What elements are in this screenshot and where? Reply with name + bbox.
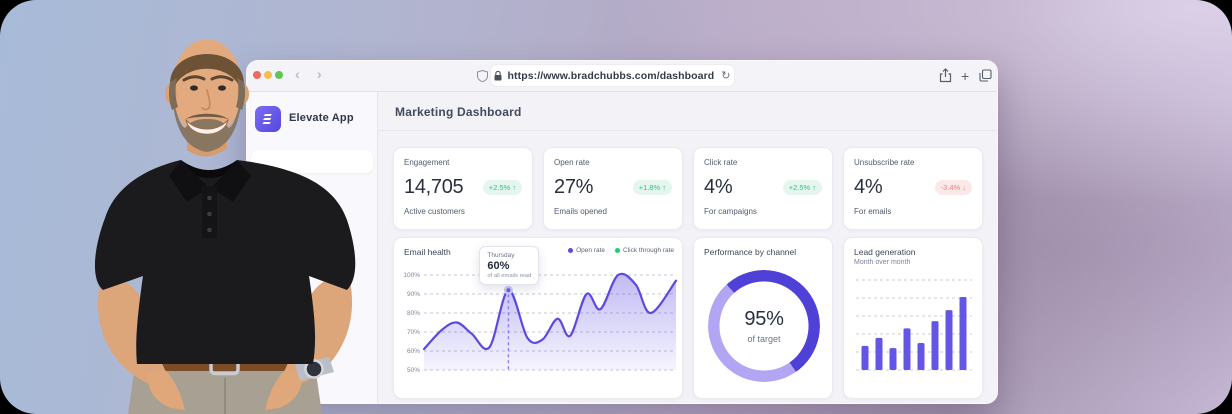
stat-value: 14,705 <box>404 176 463 199</box>
svg-text:70%: 70% <box>407 329 420 336</box>
privacy-shield-icon <box>477 70 488 82</box>
change-badge: +2.5% ↑ <box>483 180 522 195</box>
stat-label: Engagement <box>404 158 522 167</box>
stat-card-row: Engagement 14,705 +2.5% ↑ Active custome… <box>393 147 983 230</box>
svg-text:60%: 60% <box>407 348 420 355</box>
tab-overview-icon[interactable] <box>979 69 992 82</box>
reload-icon[interactable]: ↻ <box>721 69 730 82</box>
stat-sublabel: Active customers <box>404 207 522 216</box>
svg-text:100%: 100% <box>403 272 420 279</box>
lock-icon <box>494 71 502 81</box>
dashboard-header: Marketing Dashboard <box>378 92 997 131</box>
stat-card-open-rate: Open rate 27% +1.8% ↑ Emails opened <box>543 147 683 230</box>
change-badge: -3.4% ↓ <box>935 180 972 195</box>
dashboard-main: Marketing Dashboard Engagement 14,705 +2… <box>378 92 997 403</box>
svg-text:80%: 80% <box>407 310 420 317</box>
donut-value: 95% <box>744 308 783 331</box>
presenter-photo <box>85 28 365 414</box>
stat-card-unsubscribe-rate: Unsubscribe rate 4% -3.4% ↓ For emails <box>843 147 983 230</box>
svg-text:90%: 90% <box>407 291 420 298</box>
stat-card-click-rate: Click rate 4% +2.5% ↑ For campaigns <box>693 147 833 230</box>
url-text: https://www.bradchubbs.com/dashboard <box>507 70 714 82</box>
change-badge: +1.8% ↑ <box>633 180 672 195</box>
lead-generation-panel: Lead generation Month over month <box>843 237 983 399</box>
tooltip-caption: of all emails read <box>487 273 531 279</box>
panel-title: Performance by channel <box>704 247 796 257</box>
stat-value: 4% <box>854 176 882 199</box>
lead-generation-chart <box>844 238 984 400</box>
stat-label: Unsubscribe rate <box>854 158 972 167</box>
stat-value: 27% <box>554 176 593 199</box>
stat-value: 4% <box>704 176 732 199</box>
tooltip-value: 60% <box>487 260 531 272</box>
hero-banner: ‹ › https://www.bradchubbs.com/dashboard… <box>0 0 1232 414</box>
performance-panel: Performance by channel 95% of target <box>693 237 833 399</box>
tooltip-day: Thursday <box>487 252 531 259</box>
chart-row: Email health Open rate Click through rat… <box>393 237 983 399</box>
address-bar[interactable]: https://www.bradchubbs.com/dashboard ↻ <box>491 65 734 86</box>
stat-label: Click rate <box>704 158 822 167</box>
stat-sublabel: For campaigns <box>704 207 822 216</box>
stat-label: Open rate <box>554 158 672 167</box>
stat-card-engagement: Engagement 14,705 +2.5% ↑ Active custome… <box>393 147 533 230</box>
chart-tooltip: Thursday 60% of all emails read <box>479 246 539 285</box>
page-title: Marketing Dashboard <box>378 92 997 119</box>
stat-sublabel: For emails <box>854 207 972 216</box>
share-icon[interactable] <box>939 68 952 83</box>
donut-caption: of target <box>747 334 780 344</box>
stat-sublabel: Emails opened <box>554 207 672 216</box>
email-health-panel: Email health Open rate Click through rat… <box>393 237 683 399</box>
donut-center: 95% of target <box>708 270 820 382</box>
new-tab-button[interactable]: + <box>961 69 969 83</box>
change-badge: +2.5% ↑ <box>783 180 822 195</box>
svg-text:50%: 50% <box>407 367 420 374</box>
